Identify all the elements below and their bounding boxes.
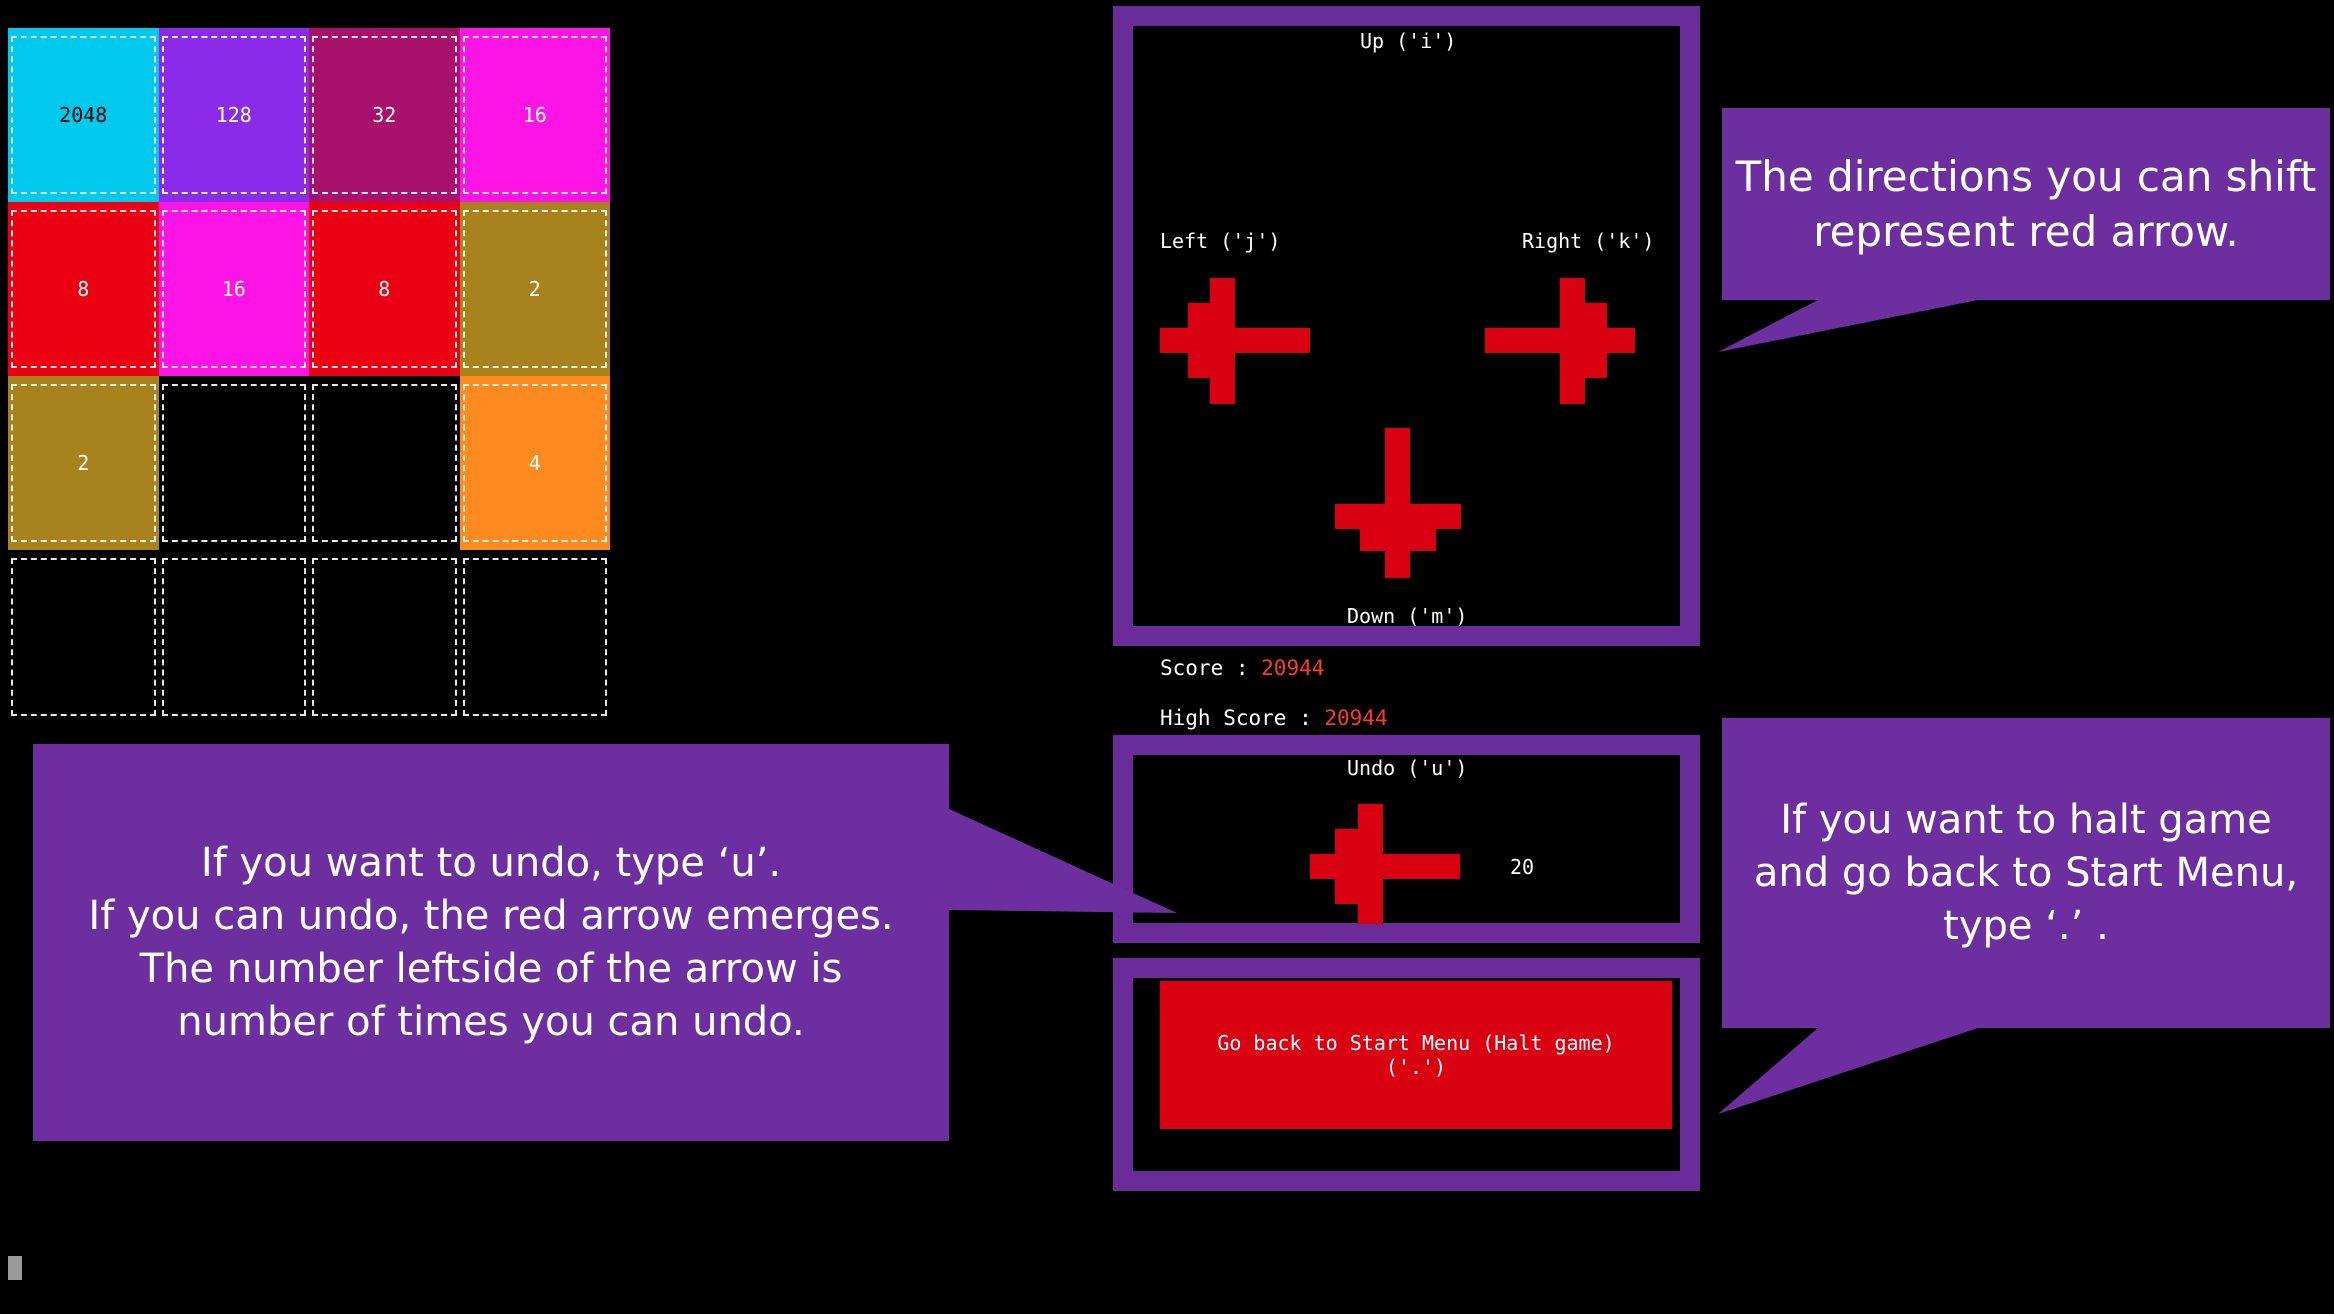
callout-line: If you can undo, the red arrow emerges.: [88, 892, 894, 939]
score-label: Score :: [1160, 656, 1262, 680]
high-score-label: High Score :: [1160, 706, 1325, 730]
game-board: 2048 128 32 16 8 16 8 2 2 4: [8, 28, 610, 724]
down-arrow-icon[interactable]: [1335, 428, 1461, 578]
score-value: 20944: [1261, 656, 1325, 680]
terminal-cursor: [8, 1256, 22, 1280]
tile: 32: [309, 28, 460, 202]
tile: 16: [158, 202, 309, 376]
tile: [309, 376, 460, 550]
left-label: Left ('j'): [1160, 229, 1281, 253]
callout-line: type ‘.’ .: [1943, 902, 2109, 949]
right-arrow-icon[interactable]: [1485, 278, 1635, 404]
tile: [8, 550, 159, 724]
tile: [459, 550, 610, 724]
tile: 16: [459, 28, 610, 202]
tile: 4: [459, 376, 610, 550]
down-label: Down ('m'): [1347, 604, 1468, 628]
high-score-value: 20944: [1324, 706, 1388, 730]
halt-game-button[interactable]: Go back to Start Menu (Halt game) ('.'): [1160, 981, 1672, 1129]
high-score-line: High Score : 20944: [1160, 706, 1388, 730]
callout-line: The number leftside of the arrow is: [139, 945, 843, 992]
callout-line: represent red arrow.: [1813, 207, 2239, 256]
undo-count: 20: [1510, 855, 1535, 879]
tile: 2048: [8, 28, 159, 202]
tile: [158, 376, 309, 550]
directions-callout: The directions you can shift represent r…: [1722, 108, 2330, 300]
tile: 2: [8, 376, 159, 550]
undo-arrow-icon[interactable]: [1310, 804, 1460, 924]
undo-label: Undo ('u'): [1347, 756, 1468, 780]
tile: [309, 550, 460, 724]
tile: 8: [8, 202, 159, 376]
halt-button-label: Go back to Start Menu (Halt game): [1217, 1031, 1615, 1055]
left-arrow-icon[interactable]: [1160, 278, 1310, 404]
score-line: Score : 20944: [1160, 656, 1324, 680]
right-label: Right ('k'): [1522, 229, 1655, 253]
callout-line: If you want to undo, type ‘u’.: [200, 839, 782, 886]
callout-tail: [1718, 300, 1978, 352]
callout-line: The directions you can shift: [1735, 152, 2317, 201]
halt-callout: If you want to halt game and go back to …: [1722, 718, 2330, 1028]
halt-button-key: ('.'): [1385, 1055, 1447, 1079]
callout-line: If you want to halt game: [1780, 796, 2272, 843]
tile: 8: [309, 202, 460, 376]
tile: 2: [459, 202, 610, 376]
callout-line: number of times you can undo.: [177, 998, 805, 1045]
tile: 128: [158, 28, 309, 202]
callout-tail: [1718, 1028, 1978, 1114]
undo-callout: If you want to undo, type ‘u’. If you ca…: [33, 744, 949, 1141]
callout-tail: [949, 809, 1177, 913]
tile: [158, 550, 309, 724]
callout-line: and go back to Start Menu,: [1753, 849, 2299, 896]
up-label: Up ('i'): [1360, 29, 1457, 53]
